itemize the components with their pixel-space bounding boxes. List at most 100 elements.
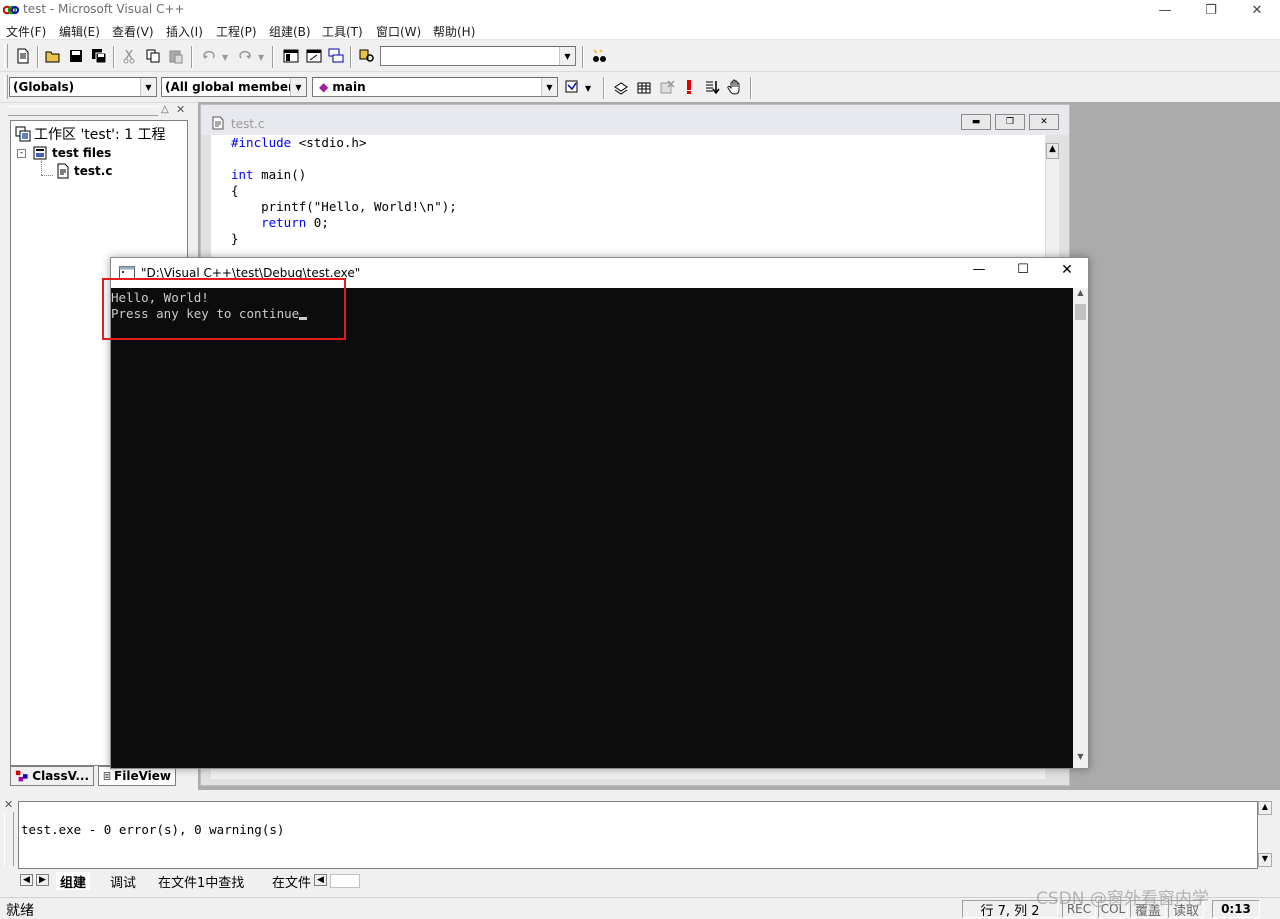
tree-item-workspace[interactable]: 工作区 'test': 1 工程 <box>15 125 166 143</box>
chevron-down-icon[interactable]: ▼ <box>290 78 306 96</box>
toolbar-grip[interactable] <box>4 44 8 68</box>
console-close-button[interactable]: ✕ <box>1047 262 1087 284</box>
scroll-down-icon[interactable]: ▼ <box>1258 853 1272 867</box>
scroll-up-icon[interactable]: ▲ <box>1073 288 1088 302</box>
cut-button[interactable] <box>118 45 140 67</box>
tab-build[interactable]: 组建 <box>56 872 91 891</box>
fileview-icon <box>103 772 111 780</box>
source-file-icon <box>212 116 224 130</box>
redo-button[interactable] <box>234 45 256 67</box>
window-list-button[interactable] <box>325 45 347 67</box>
chevron-down-icon[interactable]: ▼ <box>541 78 557 96</box>
console-minimize-button[interactable]: — <box>959 262 999 284</box>
undo-dropdown-icon[interactable]: ▼ <box>222 53 228 62</box>
breakpoint-button[interactable] <box>724 76 746 98</box>
menu-edit[interactable]: 编辑(E) <box>59 23 100 40</box>
output-tabs: ◀ ▶ 组建 调试 在文件1中查找 在文件 ◀ <box>20 872 360 891</box>
tab-fileview[interactable]: FileView <box>98 766 176 786</box>
editor-minimize-button[interactable]: ▬ <box>961 114 991 130</box>
scroll-up-icon[interactable]: ▲ <box>1046 143 1059 159</box>
tab-scroll-right-icon[interactable]: ▶ <box>36 874 49 886</box>
restore-button[interactable]: ❐ <box>1188 0 1234 20</box>
editor-restore-button[interactable]: ❐ <box>995 114 1025 130</box>
tab-find-in-files-1[interactable]: 在文件1中查找 <box>154 872 248 891</box>
stop-build-button[interactable] <box>656 76 678 98</box>
toolbar-grip[interactable] <box>4 75 8 99</box>
output-scrollbar[interactable]: ▲ ▼ <box>1258 801 1272 869</box>
open-button[interactable] <box>42 45 64 67</box>
redo-dropdown-icon[interactable]: ▼ <box>258 53 264 62</box>
menu-view[interactable]: 查看(V) <box>112 23 154 40</box>
member-combo[interactable]: ◆ main ▼ <box>312 77 558 97</box>
menu-tools[interactable]: 工具(T) <box>322 23 363 40</box>
menu-window[interactable]: 窗口(W) <box>376 23 421 40</box>
collapse-icon[interactable]: - <box>17 149 26 158</box>
tree-item-test-c[interactable]: test.c <box>55 162 112 180</box>
editor-title-bar[interactable]: test.c ▬ ❐ ✕ <box>201 105 1069 135</box>
go-button[interactable] <box>701 76 723 98</box>
panel-maximize-icon[interactable]: △ <box>161 104 169 115</box>
tab-find-in-files-2[interactable]: 在文件 <box>268 872 316 890</box>
menu-project[interactable]: 工程(P) <box>216 23 257 40</box>
tab-debug[interactable]: 调试 <box>106 872 140 891</box>
new-file-icon <box>17 48 29 64</box>
menu-insert[interactable]: 插入(I) <box>166 23 203 40</box>
compile-icon <box>614 82 628 95</box>
console-scrollbar[interactable]: ▲ ▼ <box>1073 288 1088 768</box>
watermark: CSDN @窗外看窗内学 <box>1036 889 1209 909</box>
save-button[interactable] <box>65 45 87 67</box>
close-button[interactable]: ✕ <box>1234 0 1280 20</box>
minimize-button[interactable]: — <box>1142 0 1188 20</box>
output-toggle-button[interactable] <box>303 45 325 67</box>
workspace-toggle-button[interactable] <box>280 45 302 67</box>
workspace-window-icon <box>283 49 299 63</box>
menu-bar: 文件(F) 编辑(E) 查看(V) 插入(I) 工程(P) 组建(B) 工具(T… <box>0 20 1280 40</box>
console-output[interactable]: Hello, World! Press any key to continue <box>111 288 1073 768</box>
compile-button[interactable] <box>610 76 632 98</box>
wizard-action-button[interactable] <box>561 76 583 98</box>
chevron-down-icon[interactable]: ▼ <box>140 78 156 96</box>
new-text-file-button[interactable] <box>12 45 34 67</box>
menu-help[interactable]: 帮助(H) <box>433 23 475 40</box>
console-maximize-button[interactable]: ☐ <box>1003 262 1043 284</box>
tree-item-test-files[interactable]: test files <box>33 144 111 162</box>
undo-button[interactable] <box>198 45 220 67</box>
find-in-files-icon <box>359 49 374 62</box>
execute-button[interactable] <box>678 76 700 98</box>
tab-scroll-left-icon[interactable]: ◀ <box>20 874 33 886</box>
code-line: printf("Hello, World!\n"); <box>231 199 457 214</box>
save-all-button[interactable] <box>88 45 110 67</box>
build-result-line: test.exe - 0 error(s), 0 warning(s) <box>21 822 285 837</box>
tree-item-label: test files <box>52 146 112 160</box>
editor-title: test.c <box>231 117 265 131</box>
wizard-dropdown-icon[interactable]: ▼ <box>585 84 591 93</box>
scroll-thumb[interactable] <box>1075 304 1086 320</box>
find-combo[interactable]: ▼ <box>380 46 576 66</box>
panel-close-icon[interactable]: ✕ <box>4 798 13 811</box>
output-panel: ✕ test.exe - 0 error(s), 0 warning(s) ▲ … <box>0 796 1280 894</box>
scroll-up-icon[interactable]: ▲ <box>1258 801 1272 815</box>
panel-close-icon[interactable]: ✕ <box>176 103 185 116</box>
filter-combo[interactable]: (All global members ▼ <box>161 77 307 97</box>
panel-grip[interactable] <box>8 106 158 116</box>
menu-file[interactable]: 文件(F) <box>6 23 46 40</box>
output-text-area[interactable]: test.exe - 0 error(s), 0 warning(s) <box>18 801 1258 869</box>
panel-grip[interactable] <box>4 812 14 866</box>
tab-scrollbar-thumb[interactable] <box>330 874 360 888</box>
binoculars-icon <box>593 49 606 62</box>
tab-scrollbar-left-icon[interactable]: ◀ <box>314 874 327 886</box>
build-button[interactable] <box>633 76 655 98</box>
window-title: test - Microsoft Visual C++ <box>23 2 185 16</box>
menu-build[interactable]: 组建(B) <box>269 23 311 40</box>
tab-classview[interactable]: ClassV... <box>10 766 94 786</box>
find-in-files-button[interactable] <box>356 45 378 67</box>
editor-close-button[interactable]: ✕ <box>1029 114 1059 130</box>
chevron-down-icon[interactable]: ▼ <box>559 47 575 65</box>
paste-button[interactable] <box>165 45 187 67</box>
copy-button[interactable] <box>142 45 164 67</box>
search-help-button[interactable] <box>588 45 610 67</box>
tree-item-label: test.c <box>74 164 113 178</box>
class-combo[interactable]: (Globals) ▼ <box>9 77 157 97</box>
scroll-down-icon[interactable]: ▼ <box>1073 752 1088 766</box>
go-debug-icon <box>706 81 720 95</box>
